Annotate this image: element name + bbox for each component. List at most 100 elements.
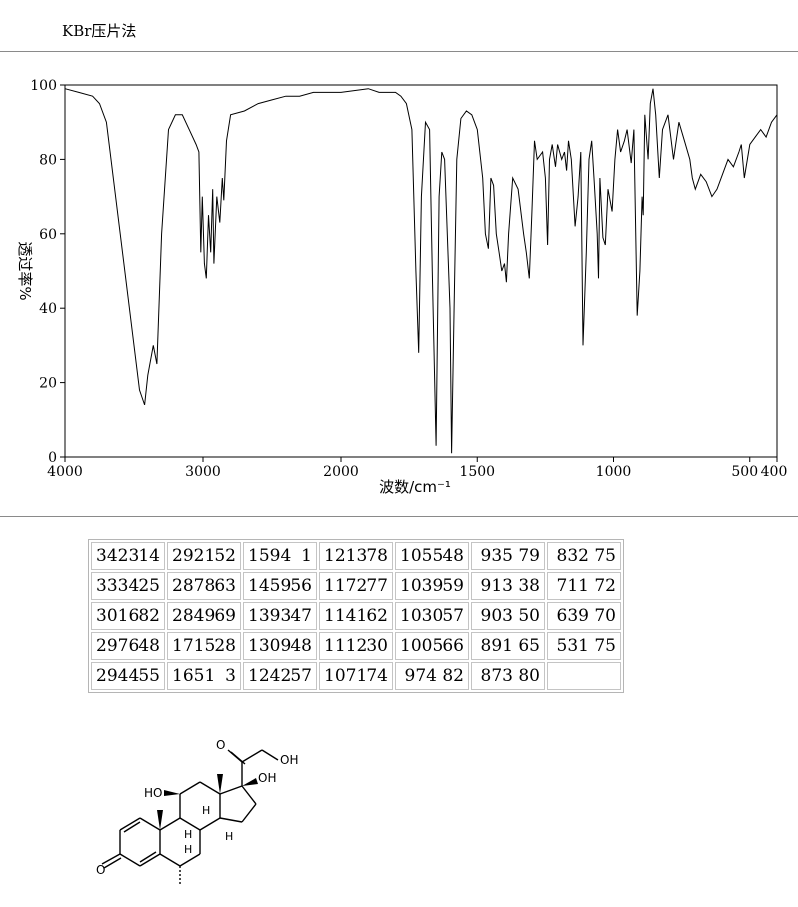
middle-divider bbox=[0, 516, 798, 517]
wavenumber: 1005 bbox=[400, 636, 444, 656]
table-row: 297648 171528 130948 111230 100566 891 65 531 75 bbox=[91, 632, 621, 660]
wavenumber: 531 bbox=[556, 636, 589, 656]
transmittance: 28 bbox=[214, 636, 236, 656]
transmittance: 30 bbox=[366, 636, 388, 656]
wavenumber: 711 bbox=[556, 576, 589, 596]
x-tick-label: 3000 bbox=[185, 464, 221, 480]
x-axis-label: 波数/cm⁻¹ bbox=[379, 478, 451, 496]
peak-cell: 1651 3 bbox=[167, 662, 241, 690]
peak-cell: 171528 bbox=[167, 632, 241, 660]
y-axis: 0 20 40 60 80 100 bbox=[30, 78, 65, 466]
transmittance: 55 bbox=[138, 666, 160, 686]
wavenumber: 1213 bbox=[324, 546, 368, 566]
transmittance: 14 bbox=[138, 546, 160, 566]
transmittance: 82 bbox=[442, 666, 464, 686]
x-axis: 4000 3000 2000 1500 1000 500 400 bbox=[47, 457, 787, 480]
molecular-structure: O O OH HO OH H H H H bbox=[96, 738, 298, 884]
peak-cell: 111230 bbox=[319, 632, 393, 660]
transmittance: 75 bbox=[594, 636, 616, 656]
wavenumber: 1071 bbox=[324, 666, 368, 686]
table-row: 342314 292152 1594 1 121378 105548 935 79 832 75 bbox=[91, 542, 621, 570]
side-chain-oh-label: OH bbox=[280, 753, 298, 767]
peak-cell: 100566 bbox=[395, 632, 469, 660]
peak-cell bbox=[547, 662, 621, 690]
y-axis-label: 透过率% bbox=[16, 241, 34, 300]
transmittance: 74 bbox=[366, 666, 388, 686]
structure-bonds bbox=[101, 749, 279, 884]
peak-cell: 103959 bbox=[395, 572, 469, 600]
wavenumber: 1594 bbox=[248, 546, 292, 566]
method-label: KBr压片法 bbox=[62, 22, 137, 40]
transmittance: 77 bbox=[366, 576, 388, 596]
peak-cell: 284969 bbox=[167, 602, 241, 630]
peak-cell: 287863 bbox=[167, 572, 241, 600]
transmittance: 63 bbox=[214, 576, 236, 596]
wavenumber: 2878 bbox=[172, 576, 216, 596]
wavenumber: 3016 bbox=[96, 606, 140, 626]
peak-cell: 145956 bbox=[243, 572, 317, 600]
peak-cell: 639 70 bbox=[547, 602, 621, 630]
peak-cell: 121378 bbox=[319, 542, 393, 570]
h8-label: H bbox=[202, 804, 210, 817]
y-tick-label: 60 bbox=[39, 227, 57, 243]
h6-label: H bbox=[184, 843, 192, 856]
wavenumber: 1112 bbox=[324, 636, 368, 656]
wavenumber: 639 bbox=[556, 606, 589, 626]
transmittance: 78 bbox=[366, 546, 388, 566]
transmittance: 82 bbox=[138, 606, 160, 626]
wavenumber: 2849 bbox=[172, 606, 216, 626]
y-tick-label: 0 bbox=[48, 450, 57, 466]
peak-cell: 333425 bbox=[91, 572, 165, 600]
wavenumber: 913 bbox=[480, 576, 513, 596]
peak-cell: 107174 bbox=[319, 662, 393, 690]
transmittance: 75 bbox=[594, 546, 616, 566]
y-tick-label: 80 bbox=[39, 152, 57, 168]
wavenumber: 1651 bbox=[172, 666, 216, 686]
peak-cell: 935 79 bbox=[471, 542, 545, 570]
y-tick-label: 20 bbox=[39, 376, 57, 392]
peak-cell: 832 75 bbox=[547, 542, 621, 570]
c17-oh-label: OH bbox=[258, 771, 276, 785]
peak-table: 342314 292152 1594 1 121378 105548 935 79 832 75 3… bbox=[88, 539, 624, 693]
wavenumber: 1715 bbox=[172, 636, 216, 656]
h9-label: H bbox=[184, 828, 192, 841]
wavenumber: 1055 bbox=[400, 546, 444, 566]
wavenumber: 2944 bbox=[96, 666, 140, 686]
c11-oh-label: HO bbox=[144, 786, 162, 800]
side-chain-o-label: O bbox=[216, 738, 225, 752]
wavenumber: 974 bbox=[404, 666, 437, 686]
transmittance: 3 bbox=[225, 666, 236, 686]
wavenumber: 873 bbox=[480, 666, 513, 686]
peak-cell: 130948 bbox=[243, 632, 317, 660]
wavenumber: 1039 bbox=[400, 576, 444, 596]
peak-cell: 1594 1 bbox=[243, 542, 317, 570]
transmittance: 62 bbox=[366, 606, 388, 626]
transmittance: 70 bbox=[594, 606, 616, 626]
plot-frame bbox=[64, 84, 778, 458]
peak-cell: 873 80 bbox=[471, 662, 545, 690]
wavenumber: 832 bbox=[556, 546, 589, 566]
transmittance: 80 bbox=[518, 666, 540, 686]
h14-label: H bbox=[225, 830, 233, 843]
top-divider bbox=[0, 51, 798, 52]
transmittance: 50 bbox=[518, 606, 540, 626]
peak-cell: 292152 bbox=[167, 542, 241, 570]
peak-cell: 711 72 bbox=[547, 572, 621, 600]
wavenumber: 2976 bbox=[96, 636, 140, 656]
transmittance: 72 bbox=[594, 576, 616, 596]
wavenumber: 3423 bbox=[96, 546, 140, 566]
x-tick-label: 1500 bbox=[459, 464, 495, 480]
y-tick-label: 40 bbox=[39, 301, 57, 317]
transmittance: 48 bbox=[290, 636, 312, 656]
wavenumber: 1030 bbox=[400, 606, 444, 626]
peak-cell: 124257 bbox=[243, 662, 317, 690]
y-tick-label: 100 bbox=[30, 78, 57, 94]
wavenumber: 891 bbox=[480, 636, 513, 656]
peak-cell: 342314 bbox=[91, 542, 165, 570]
table-row: 301682 284969 139347 114162 103057 903 50 639 70 bbox=[91, 602, 621, 630]
wavenumber: 1242 bbox=[248, 666, 292, 686]
transmittance: 52 bbox=[214, 546, 236, 566]
transmittance: 48 bbox=[138, 636, 160, 656]
transmittance: 65 bbox=[518, 636, 540, 656]
peak-cell: 297648 bbox=[91, 632, 165, 660]
